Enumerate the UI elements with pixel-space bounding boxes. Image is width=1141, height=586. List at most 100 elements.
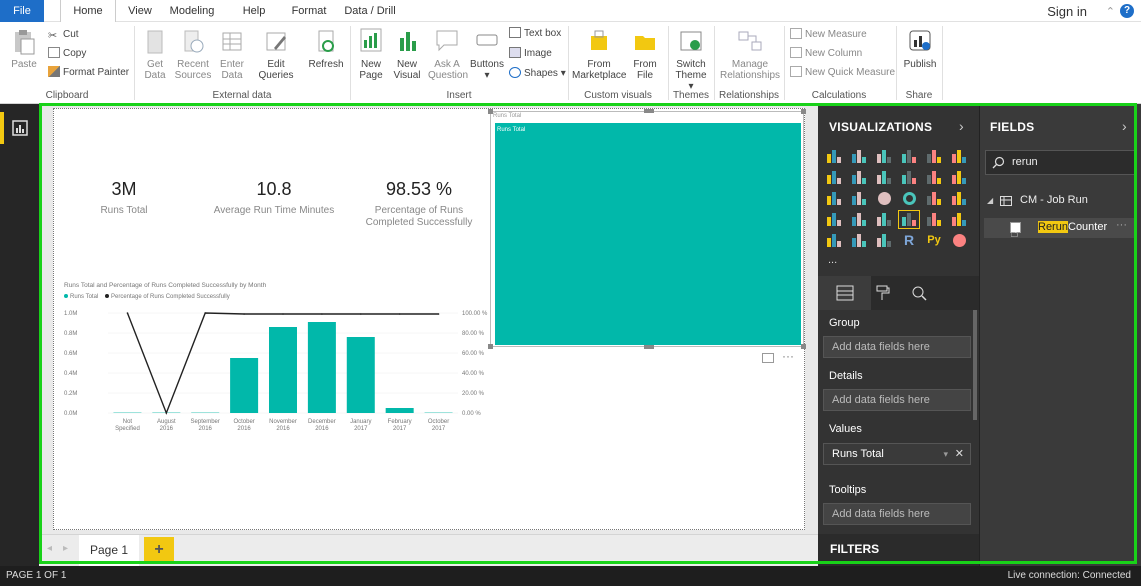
bar-8[interactable] [424,412,453,413]
100-bar-visual-icon[interactable] [874,148,894,165]
clustered-column-visual-icon[interactable] [924,148,944,165]
bar-7[interactable] [385,408,414,413]
ribbon-visual-icon[interactable] [949,169,969,186]
kpi-visual-icon[interactable] [949,211,969,228]
r-visual-visual-icon[interactable]: R [899,232,919,249]
resize-handle[interactable] [801,109,806,114]
waterfall-visual-icon[interactable] [824,190,844,207]
bar-3[interactable] [230,358,259,413]
publish-button[interactable]: Publish [900,28,940,70]
values-well-field[interactable]: Runs Total ▾ ✕ [823,443,971,465]
field-row-rerun-counter[interactable]: ☝ Rerun Counter ··· [984,218,1135,240]
shapes-button[interactable]: Shapes ▾ [509,66,566,82]
bar-6[interactable] [346,337,375,413]
multi-row-card-visual-icon[interactable] [924,211,944,228]
bar-0[interactable] [113,412,142,413]
field-dropdown-icon[interactable]: ▾ [943,444,948,464]
resize-handle[interactable] [801,344,806,349]
pie-visual-icon[interactable] [874,190,894,207]
matrix-visual-icon[interactable] [874,232,894,249]
line-point-6[interactable] [359,313,362,315]
tab-help[interactable]: Help [236,0,272,22]
bar-4[interactable] [269,327,297,413]
teal-card[interactable]: Runs Total [495,123,801,345]
new-quick-measure-button[interactable]: New Quick Measure [790,65,895,81]
line-point-1[interactable] [165,412,168,414]
new-page-button[interactable]: New Page [354,26,388,81]
switch-theme-button[interactable]: Switch Theme ▾ [672,28,710,92]
copy-button[interactable]: Copy [48,46,86,62]
python-visual-visual-icon[interactable]: Py [924,232,944,249]
slicer-visual-icon[interactable] [824,232,844,249]
line-point-2[interactable] [204,312,207,314]
get-data-button[interactable]: Get Data [138,28,172,81]
gauge-visual-icon[interactable] [874,211,894,228]
line-point-4[interactable] [282,313,284,315]
clustered-bar-visual-icon[interactable] [849,148,869,165]
image-button[interactable]: Image [509,46,552,62]
treemap-visual-icon[interactable] [924,190,944,207]
ask-question-button[interactable]: Ask A Question [428,26,468,81]
filled-map-visual-icon[interactable] [824,211,844,228]
tab-data-drill[interactable]: Data / Drill [340,0,400,22]
line-point-8[interactable] [437,313,440,315]
donut-visual-icon[interactable] [899,190,919,207]
resize-handle[interactable] [644,109,654,113]
cut-button[interactable]: ✂ Cut [48,27,79,43]
line-visual-icon[interactable] [824,169,844,186]
sign-in-link[interactable]: Sign in [1047,4,1087,19]
filters-section[interactable]: FILTERS [818,534,979,566]
from-marketplace-button[interactable]: From Marketplace [572,28,626,81]
buttons-button[interactable]: Buttons ▾ [468,26,506,81]
enter-data-button[interactable]: Enter Data [214,28,250,81]
line-point-5[interactable] [321,313,323,315]
legend-entry[interactable]: Percentage of Runs Completed Successfull… [111,294,230,300]
tooltips-well-dropzone[interactable]: Add data fields here [823,503,971,525]
paste-button[interactable]: Paste [8,28,40,70]
refresh-button[interactable]: Refresh [306,28,346,70]
card-visual-icon[interactable] [898,210,920,229]
format-paint-roller-icon[interactable] [874,284,892,302]
stacked-area-visual-icon[interactable] [874,169,894,186]
group-well-dropzone[interactable]: Add data fields here [823,336,971,358]
map-visual-icon[interactable] [949,190,969,207]
format-painter-button[interactable]: Format Painter [48,65,129,81]
tab-format[interactable]: Format [284,0,334,22]
add-page-button[interactable]: + [144,537,174,564]
more-options-icon[interactable]: ··· [782,349,794,363]
line-column-visual-icon[interactable] [899,169,919,186]
remove-field-icon[interactable]: ✕ [955,444,964,464]
expand-table-icon[interactable]: ◢ [987,196,993,205]
line-point-3[interactable] [243,313,245,315]
globe-visual-icon[interactable] [949,232,969,249]
tab-view[interactable]: View [120,0,160,22]
field-more-options-icon[interactable]: ··· [1116,219,1127,231]
next-page-icon[interactable]: ▸ [63,543,68,554]
line-point-7[interactable] [398,313,401,315]
resize-handle[interactable] [644,345,654,349]
combo-chart[interactable]: Runs Total and Percentage of Runs Comple… [60,277,500,447]
details-well-dropzone[interactable]: Add data fields here [823,389,971,411]
new-column-button[interactable]: New Column [790,46,862,62]
table-cm-job-run[interactable]: CM - Job Run [1020,194,1088,206]
funnel-visual-icon[interactable] [849,211,869,228]
from-file-button[interactable]: From File [630,28,660,81]
collapse-visualizations-icon[interactable]: › [959,118,964,134]
prev-page-icon[interactable]: ◂ [47,543,52,554]
tab-page-1[interactable]: Page 1 [79,535,139,566]
fields-well-icon[interactable] [836,284,854,302]
line-point-0[interactable] [126,312,129,314]
stacked-column-visual-icon[interactable] [899,148,919,165]
report-page[interactable]: 3M Runs Total 10.8 Average Run Time Minu… [53,108,806,530]
bar-5[interactable] [307,322,336,413]
analytics-magnifier-icon[interactable] [910,284,928,302]
collapse-fields-icon[interactable]: › [1122,118,1127,134]
tab-home[interactable]: Home [60,0,116,23]
bar-2[interactable] [191,412,220,413]
new-visual-button[interactable]: New Visual [390,26,424,81]
collapse-ribbon-icon[interactable]: ⌃ [1106,5,1115,18]
line-clustered-visual-icon[interactable] [924,169,944,186]
new-measure-button[interactable]: New Measure [790,27,867,43]
stacked-bar-visual-icon[interactable] [824,148,844,165]
resize-handle[interactable] [488,344,493,349]
